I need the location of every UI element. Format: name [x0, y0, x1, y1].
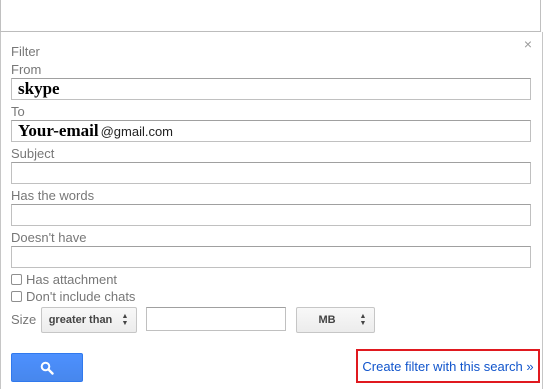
size-label: Size	[11, 312, 37, 327]
create-filter-highlight: Create filter with this search »	[356, 349, 540, 383]
no-chats-option[interactable]: Don't include chats	[11, 289, 135, 304]
select-arrows-icon: ▲ ▼	[359, 313, 367, 327]
create-filter-link[interactable]: Create filter with this search »	[362, 359, 533, 374]
to-value-domain: @gmail.com	[100, 123, 174, 139]
from-field[interactable]: skype	[11, 78, 531, 100]
no-chats-label: Don't include chats	[26, 289, 136, 304]
has-attachment-option[interactable]: Has attachment	[11, 272, 117, 287]
has-attachment-checkbox[interactable]	[11, 274, 22, 285]
to-value-bold: Your-email	[18, 121, 99, 140]
from-value: skype	[18, 79, 60, 98]
size-comparator-value: greater than	[48, 314, 113, 326]
select-arrows-icon: ▲ ▼	[121, 313, 129, 327]
has-words-field[interactable]	[11, 204, 531, 226]
doesnt-have-label: Doesn't have	[11, 230, 87, 245]
has-attachment-label: Has attachment	[26, 272, 118, 287]
subject-label: Subject	[11, 146, 55, 161]
doesnt-have-field[interactable]	[11, 246, 531, 268]
to-label: To	[11, 104, 25, 119]
search-icon	[40, 361, 54, 375]
filter-panel: × Filter From skype To Your-email @gmail…	[0, 32, 543, 389]
search-button[interactable]	[11, 353, 83, 382]
size-unit-select[interactable]: MB ▲ ▼	[296, 307, 375, 333]
no-chats-checkbox[interactable]	[11, 291, 22, 302]
from-label: From	[11, 62, 42, 77]
has-words-label: Has the words	[11, 188, 95, 203]
subject-field[interactable]	[11, 162, 531, 184]
filter-page: × Filter From skype To Your-email @gmail…	[0, 0, 543, 389]
to-field[interactable]: Your-email @gmail.com	[11, 120, 531, 142]
size-value-input[interactable]	[146, 307, 286, 331]
close-icon[interactable]: ×	[524, 37, 532, 51]
search-box[interactable]	[0, 0, 541, 32]
panel-title: Filter	[11, 44, 40, 59]
size-unit-value: MB	[318, 314, 336, 326]
size-comparator-select[interactable]: greater than ▲ ▼	[41, 307, 137, 333]
